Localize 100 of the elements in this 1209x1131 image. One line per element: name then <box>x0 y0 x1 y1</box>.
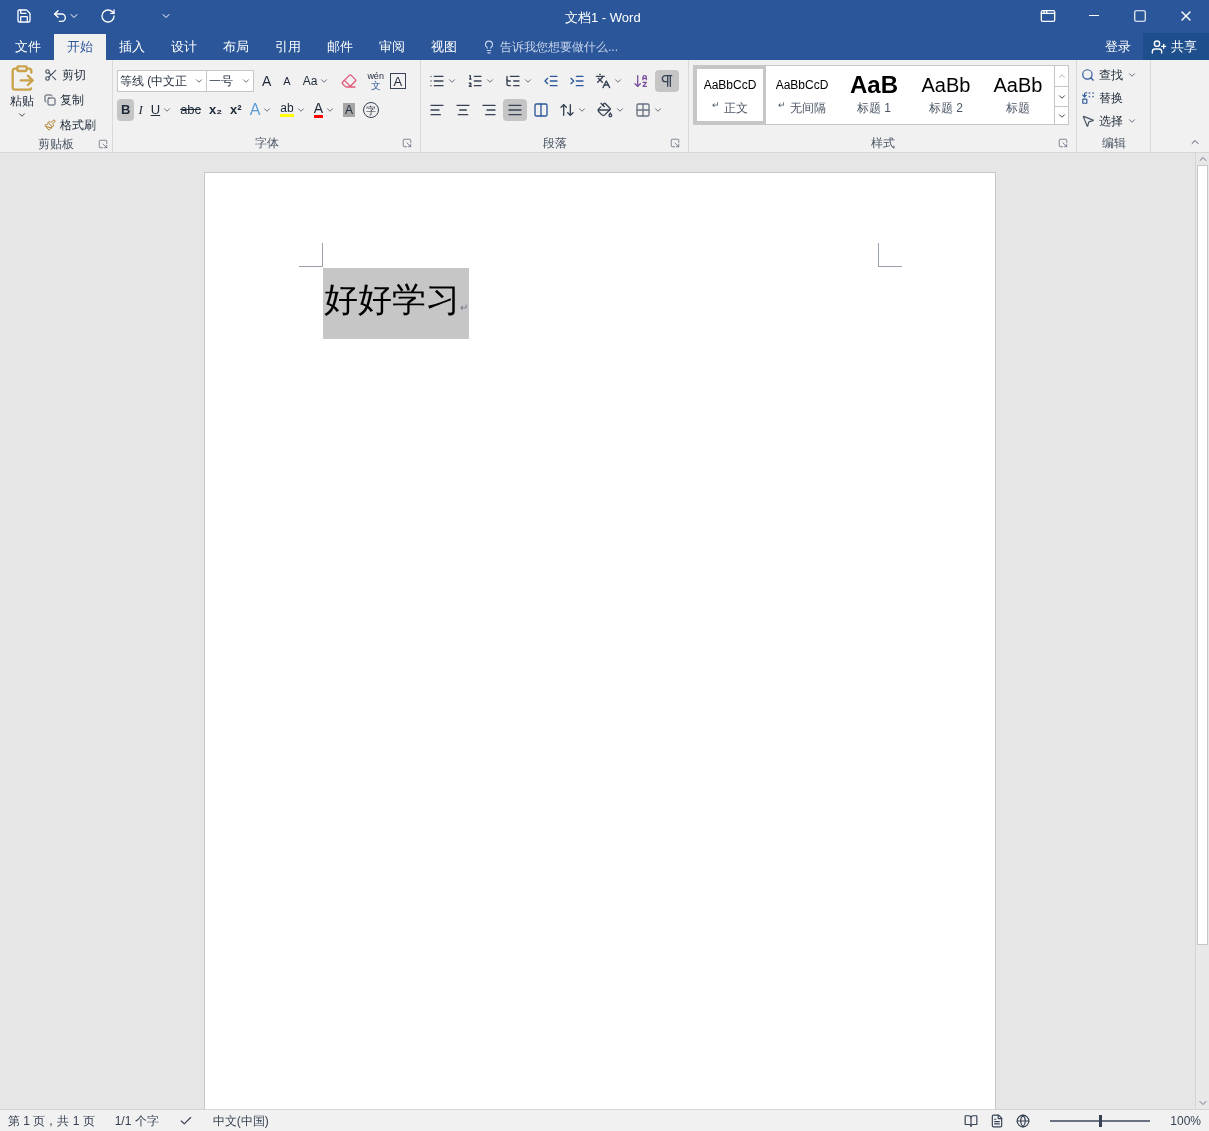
page-count[interactable]: 第 1 页，共 1 页 <box>8 1111 95 1130</box>
format-button[interactable]: x² <box>226 99 246 121</box>
ribbon-tab[interactable]: 设计 <box>158 34 210 60</box>
dialog-launcher-icon[interactable] <box>670 138 680 148</box>
font-name-dropdown[interactable]: 等线 (中文正 <box>117 70 207 92</box>
align-right-icon <box>481 102 497 118</box>
vertical-scrollbar[interactable] <box>1195 153 1209 1109</box>
redo-button[interactable] <box>100 7 116 24</box>
increase-indent-icon <box>569 73 585 89</box>
style-item[interactable]: AaBbCcD ↵ 无间隔 <box>766 66 838 124</box>
distribute-icon <box>533 102 549 118</box>
format-button[interactable]: I <box>134 99 147 121</box>
save-icon <box>16 7 32 24</box>
ribbon-tab[interactable]: 视图 <box>418 34 470 60</box>
tell-me-field[interactable]: 告诉我您想要做什么... <box>500 38 680 56</box>
chevron-up-icon <box>1056 71 1067 81</box>
scroll-thumb[interactable] <box>1197 165 1208 945</box>
ribbon-tab[interactable]: 引用 <box>262 34 314 60</box>
format-button[interactable]: B <box>117 99 135 121</box>
paintbrush-icon <box>44 118 56 131</box>
caret-icon <box>162 105 173 115</box>
caret-icon <box>325 105 336 115</box>
sign-in-link[interactable]: 登录 <box>1093 34 1143 60</box>
caret-icon <box>485 76 495 86</box>
save-button[interactable] <box>16 7 32 24</box>
show-marks-button[interactable] <box>655 70 679 92</box>
ribbon-tab[interactable]: 布局 <box>210 34 262 60</box>
ribbon-tab[interactable]: 审阅 <box>366 34 418 60</box>
character-shading-button[interactable]: A <box>339 99 360 121</box>
zoom-slider[interactable] <box>1050 1114 1151 1127</box>
replace-button[interactable]: 替换 <box>1081 87 1146 108</box>
align-button[interactable] <box>503 99 527 121</box>
paste-button[interactable]: 粘贴 <box>4 64 40 135</box>
maximize-icon <box>1133 8 1147 23</box>
minimize-icon <box>1089 14 1099 17</box>
share-button[interactable]: 共享 <box>1143 33 1209 60</box>
style-item[interactable]: AaB 标题 1 <box>838 66 910 124</box>
select-button[interactable]: 选择 <box>1081 110 1146 131</box>
caret-icon <box>577 105 587 115</box>
document-text: 好好学习↵ <box>323 268 469 339</box>
ribbon-tab[interactable]: 邮件 <box>314 34 366 60</box>
redo-icon <box>100 7 116 24</box>
group-label: 字体 <box>254 135 279 152</box>
font-color-button[interactable]: A <box>309 99 340 121</box>
character-border-button[interactable]: A <box>389 73 406 89</box>
replace-icon <box>1081 90 1095 105</box>
caret-icon <box>262 105 273 115</box>
multilevel-list-icon <box>505 73 521 89</box>
shrink-font-button[interactable]: A <box>279 70 295 92</box>
word-count[interactable]: 1/1 个字 <box>114 1111 159 1130</box>
dialog-launcher-icon[interactable] <box>1058 138 1068 148</box>
ribbon-tab[interactable]: 文件 <box>2 34 54 60</box>
zoom-level[interactable]: 100% <box>1170 1111 1201 1130</box>
style-item[interactable]: AaBb 标题 <box>982 66 1054 124</box>
highlight-button[interactable]: ab <box>276 99 310 121</box>
globe-icon[interactable] <box>1016 1113 1031 1128</box>
align-center-icon <box>455 102 471 118</box>
format-button[interactable]: abc <box>176 99 206 121</box>
ribbon-tab[interactable]: 插入 <box>106 34 158 60</box>
page-icon[interactable] <box>990 1113 1005 1128</box>
align-left-icon <box>429 102 445 118</box>
format-painter-button[interactable]: 格式刷 <box>44 114 96 135</box>
ribbon-tab[interactable]: 开始 <box>54 34 106 60</box>
group-label: 剪贴板 <box>38 136 74 153</box>
phonetic-guide-button[interactable]: wén 文 <box>365 72 386 90</box>
language-indicator[interactable]: 中文(中国) <box>212 1111 269 1130</box>
caret-icon <box>523 76 533 86</box>
bullet-list-icon <box>429 73 445 89</box>
grow-font-button[interactable]: A <box>258 70 276 92</box>
sort-icon <box>633 73 649 89</box>
dialog-launcher-icon[interactable] <box>98 139 108 149</box>
caret-icon <box>194 76 204 86</box>
font-size-dropdown[interactable]: 一号 <box>207 70 254 92</box>
caret-icon <box>295 105 306 115</box>
format-button[interactable]: x₂ <box>205 99 227 121</box>
search-icon <box>1081 67 1095 82</box>
window-title: 文档1 - Word <box>565 9 641 27</box>
dialog-launcher-icon[interactable] <box>402 138 412 148</box>
style-item[interactable]: AaBbCcD ↵ 正文 <box>694 66 766 124</box>
caret-icon <box>613 76 623 86</box>
group-label: 段落 <box>542 135 567 152</box>
cut-button[interactable]: 剪切 <box>44 64 96 85</box>
paint-bucket-icon <box>597 102 613 118</box>
zoom-thumb[interactable] <box>1099 1114 1103 1127</box>
copy-button[interactable]: 复制 <box>44 89 96 110</box>
lightbulb-icon <box>482 40 496 54</box>
enclose-characters-button[interactable]: 字 <box>359 99 384 121</box>
group-label: 样式 <box>870 135 895 152</box>
format-button[interactable]: U <box>146 99 177 121</box>
book-icon[interactable] <box>964 1113 979 1128</box>
caret-icon <box>615 105 625 115</box>
justify-icon <box>507 102 523 118</box>
scissors-icon <box>44 67 58 82</box>
find-button[interactable]: 查找 <box>1081 64 1146 85</box>
style-item[interactable]: AaBb 标题 2 <box>910 66 982 124</box>
undo-button[interactable] <box>52 7 80 24</box>
line-spacing-icon <box>559 102 575 118</box>
eraser-icon <box>341 73 358 89</box>
caret-icon <box>653 105 663 115</box>
change-case-button[interactable]: Aa <box>298 70 334 92</box>
